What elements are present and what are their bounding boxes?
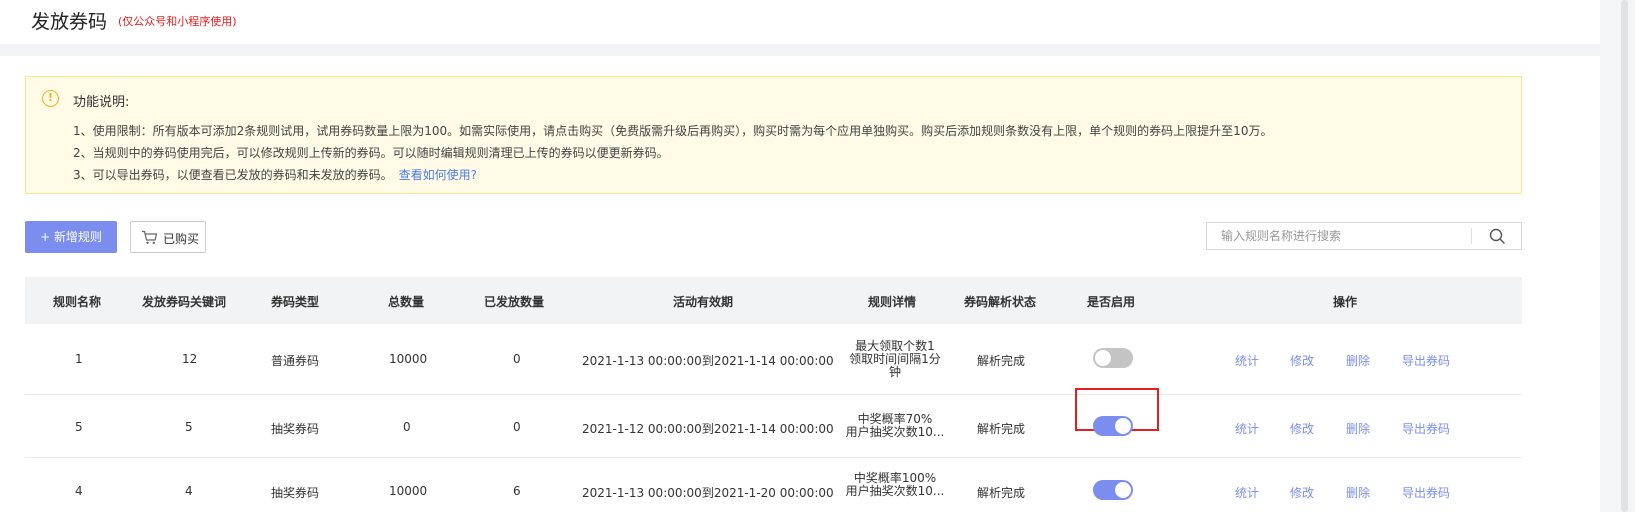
table-row: 1 12 普通券码 10000 0 2021-1-13 00:00:00到202…: [25, 324, 1522, 431]
right-gutter: [1600, 0, 1635, 512]
cell-rule-name: 4: [75, 484, 83, 498]
cell-rule-name: 1: [75, 352, 83, 366]
page-subtitle: (仅公众号和小程序使用): [118, 15, 237, 28]
notice-line-2: 2、当规则中的券码使用完后，可以修改规则上传新的券码。可以随时编辑规则清理已上传…: [73, 146, 669, 160]
cell-keyword: 4: [185, 484, 193, 498]
header-divider-band: [0, 44, 1600, 56]
cell-rule-name: 5: [75, 420, 83, 434]
how-to-use-link[interactable]: 查看如何使用?: [399, 168, 477, 182]
cell-keyword: 5: [185, 420, 193, 434]
export-codes-link[interactable]: 导出券码: [1402, 352, 1450, 369]
cell-code-type: 抽奖券码: [271, 486, 320, 500]
cell-detail: 最大领取个数1 领取时间间隔1分 钟: [840, 340, 950, 379]
delete-link[interactable]: 删除: [1346, 352, 1370, 369]
col-code-type: 券码类型: [271, 295, 320, 309]
feature-notice: ! 功能说明: 1、使用限制：所有版本可添加2条规则试用，试用券码数量上限为10…: [25, 76, 1522, 194]
col-detail: 规则详情: [868, 295, 917, 309]
edit-link[interactable]: 修改: [1290, 420, 1314, 437]
cell-period: 2021-1-13 00:00:00到2021-1-14 00:00:00: [582, 354, 834, 368]
cell-period: 2021-1-12 00:00:00到2021-1-14 00:00:00: [582, 422, 834, 436]
cell-total: 10000: [389, 352, 428, 366]
stats-link[interactable]: 统计: [1235, 352, 1259, 369]
delete-link[interactable]: 删除: [1346, 420, 1370, 437]
toggle-knob: [1095, 350, 1111, 366]
cell-parse-status: 解析完成: [977, 354, 1026, 368]
col-keyword: 发放券码关键词: [142, 295, 227, 309]
cell-detail: 中奖概率100% 用户抽奖次数10...: [840, 472, 950, 498]
enable-toggle[interactable]: [1093, 348, 1133, 368]
cart-icon: [142, 230, 158, 244]
notice-title: 功能说明:: [73, 95, 130, 110]
col-issued: 已发放数量: [484, 295, 545, 309]
col-period: 活动有效期: [673, 295, 734, 309]
search-divider: [1471, 228, 1472, 244]
cell-code-type: 普通券码: [271, 354, 320, 368]
cell-detail: 中奖概率70% 用户抽奖次数10...: [840, 413, 950, 439]
col-enabled: 是否启用: [1087, 295, 1136, 309]
notice-line-1: 1、使用限制：所有版本可添加2条规则试用，试用券码数量上限为100。如需实际使用…: [73, 124, 1273, 138]
col-parse-status: 券码解析状态: [964, 295, 1037, 309]
export-codes-link[interactable]: 导出券码: [1402, 484, 1450, 501]
table-row: 4 4 抽奖券码 10000 6 2021-1-13 00:00:00到2021…: [25, 458, 1522, 518]
cell-issued: 0: [513, 420, 521, 434]
stats-link[interactable]: 统计: [1235, 484, 1259, 501]
cell-code-type: 抽奖券码: [271, 422, 320, 436]
cell-keyword: 12: [182, 352, 198, 366]
delete-link[interactable]: 删除: [1346, 484, 1370, 501]
warning-icon: !: [42, 90, 59, 107]
search-input[interactable]: [1207, 223, 1471, 249]
purchased-label: 已购买: [163, 232, 200, 246]
enable-toggle[interactable]: [1093, 416, 1133, 436]
detail-line: 用户抽奖次数10...: [845, 425, 945, 439]
table-header: 规则名称 发放券码关键词 券码类型 总数量 已发放数量 活动有效期 规则详情 券…: [25, 277, 1522, 324]
cell-total: 0: [403, 420, 411, 434]
cell-parse-status: 解析完成: [977, 486, 1026, 500]
export-codes-link[interactable]: 导出券码: [1402, 420, 1450, 437]
detail-line: 用户抽奖次数10...: [845, 484, 945, 498]
toggle-knob: [1115, 418, 1131, 434]
cell-total: 10000: [389, 484, 428, 498]
notice-line-3: 3、可以导出券码，以便查看已发放的券码和未发放的券码。 查看如何使用?: [73, 166, 477, 183]
stats-link[interactable]: 统计: [1235, 420, 1259, 437]
rule-search-box: [1206, 222, 1522, 250]
page-header: 发放券码 (仅公众号和小程序使用): [0, 0, 1600, 44]
cell-parse-status: 解析完成: [977, 422, 1026, 436]
table-row: 5 5 抽奖券码 0 0 2021-1-12 00:00:00到2021-1-1…: [25, 395, 1522, 458]
page-title: 发放券码: [31, 11, 108, 33]
notice-line-3-text: 3、可以导出券码，以便查看已发放的券码和未发放的券码。: [73, 168, 393, 182]
col-total: 总数量: [388, 295, 425, 309]
detail-line: 钟: [888, 365, 901, 379]
cell-issued: 0: [513, 352, 521, 366]
edit-link[interactable]: 修改: [1290, 484, 1314, 501]
enable-toggle[interactable]: [1093, 480, 1133, 500]
cell-issued: 6: [513, 484, 521, 498]
edit-link[interactable]: 修改: [1290, 352, 1314, 369]
col-rule-name: 规则名称: [53, 295, 102, 309]
purchased-button[interactable]: 已购买: [130, 221, 206, 253]
add-rule-button[interactable]: + 新增规则: [25, 221, 117, 253]
vertical-scrollbar[interactable]: [1621, 0, 1628, 512]
cell-period: 2021-1-13 00:00:00到2021-1-20 00:00:00: [582, 486, 834, 500]
search-icon[interactable]: [1489, 228, 1506, 245]
col-operations: 操作: [1333, 295, 1358, 309]
toggle-knob: [1115, 482, 1131, 498]
